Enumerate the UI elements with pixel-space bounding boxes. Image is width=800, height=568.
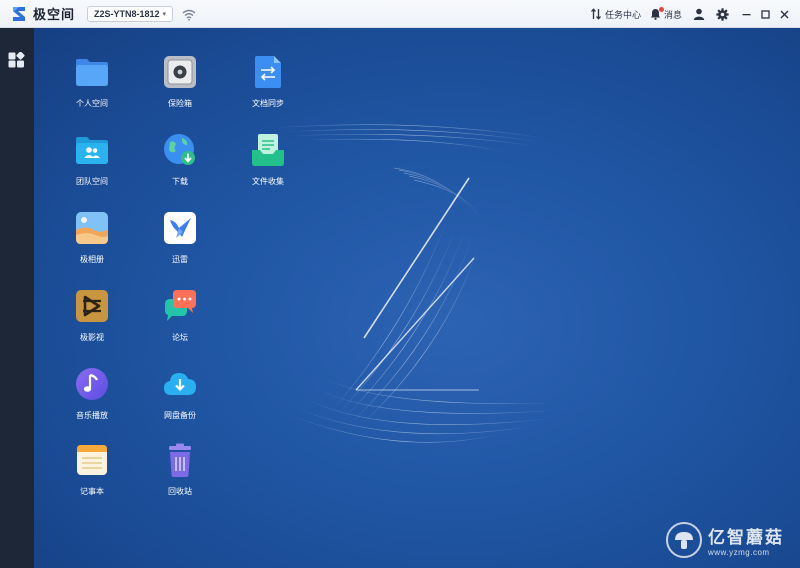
app-label: 网盘备份 [164, 411, 196, 420]
minimize-button[interactable] [738, 6, 754, 22]
notification-dot [658, 6, 664, 12]
watermark-name: 亿智蘑菇 [708, 528, 784, 548]
app-label: 极影视 [80, 333, 104, 342]
document-sync-icon [250, 54, 286, 90]
app-grid-button[interactable] [8, 51, 25, 69]
app-notepad[interactable]: 记事本 [52, 442, 132, 497]
close-button[interactable] [776, 6, 792, 22]
app-name: 极空间 [33, 8, 76, 23]
device-selector[interactable]: Z2S-YTN8-1812 ▾ [87, 5, 174, 22]
desktop: 个人空间 团队空间 极相册 极影视 音乐播放 记事本 保险箱 下载 迅雷 论坛 … [34, 28, 800, 568]
app-label: 下载 [172, 177, 188, 186]
app-logo-icon [11, 5, 27, 23]
app-xunlei[interactable]: 迅雷 [140, 210, 220, 265]
task-center-label: 任务中心 [604, 10, 641, 21]
app-video[interactable]: 极影视 [52, 288, 132, 343]
recycle-bin-icon [162, 442, 198, 478]
app-safe[interactable]: 保险箱 [140, 54, 220, 109]
app-label: 音乐播放 [76, 411, 108, 420]
user-button[interactable] [692, 7, 706, 21]
app-recycle-bin[interactable]: 回收站 [140, 442, 220, 497]
app-personal-space[interactable]: 个人空间 [52, 54, 132, 109]
messages-button[interactable]: 消息 [650, 6, 682, 21]
safe-icon [162, 54, 198, 90]
music-note-icon [74, 366, 110, 402]
close-icon [780, 10, 788, 18]
xunlei-bird-icon [162, 210, 198, 246]
chevron-down-icon: ▾ [162, 10, 167, 18]
messages-label: 消息 [663, 10, 682, 21]
team-folder-icon [74, 132, 110, 168]
app-label: 论坛 [172, 333, 188, 342]
gear-icon [715, 7, 729, 21]
file-collection-icon [250, 132, 286, 168]
app-label: 极相册 [80, 255, 104, 264]
app-label: 回收站 [168, 487, 192, 496]
transfer-arrows-icon [590, 8, 601, 20]
app-label: 文件收集 [252, 177, 284, 186]
settings-button[interactable] [715, 7, 729, 21]
maximize-button[interactable] [757, 6, 773, 22]
app-download[interactable]: 下载 [140, 132, 220, 187]
app-photo-album[interactable]: 极相册 [52, 210, 132, 265]
app-file-collection[interactable]: 文件收集 [228, 132, 308, 187]
app-label: 记事本 [80, 487, 104, 496]
task-center-button[interactable]: 任务中心 [590, 8, 641, 21]
download-globe-icon [162, 132, 198, 168]
watermark-url: www.yzmg.com [708, 548, 770, 557]
minimize-icon [742, 13, 750, 15]
app-grid-icon [8, 51, 25, 68]
app-music-player[interactable]: 音乐播放 [52, 366, 132, 421]
app-cloud-backup[interactable]: 网盘备份 [140, 366, 220, 421]
app-team-space[interactable]: 团队空间 [52, 132, 132, 187]
app-label: 文档同步 [252, 99, 284, 108]
cloud-backup-icon [162, 366, 198, 402]
device-name: Z2S-YTN8-1812 [94, 8, 160, 19]
app-label: 团队空间 [76, 177, 108, 186]
app-label: 个人空间 [76, 99, 108, 108]
wifi-icon [182, 8, 196, 21]
mushroom-logo-icon [666, 522, 702, 558]
photo-album-icon [74, 210, 110, 246]
maximize-icon [760, 9, 770, 19]
watermark: 亿智蘑菇 www.yzmg.com [666, 522, 784, 558]
app-document-sync[interactable]: 文档同步 [228, 54, 308, 109]
user-icon [693, 8, 705, 20]
app-forum[interactable]: 论坛 [140, 288, 220, 343]
app-label: 保险箱 [168, 99, 192, 108]
title-bar: 极空间 Z2S-YTN8-1812 ▾ 任务中心 消息 [0, 0, 800, 28]
app-label: 迅雷 [172, 255, 188, 264]
notepad-icon [74, 442, 110, 478]
sidebar [0, 28, 34, 568]
folder-icon [74, 54, 110, 90]
forum-chat-icon [162, 288, 198, 324]
video-icon [74, 288, 110, 324]
